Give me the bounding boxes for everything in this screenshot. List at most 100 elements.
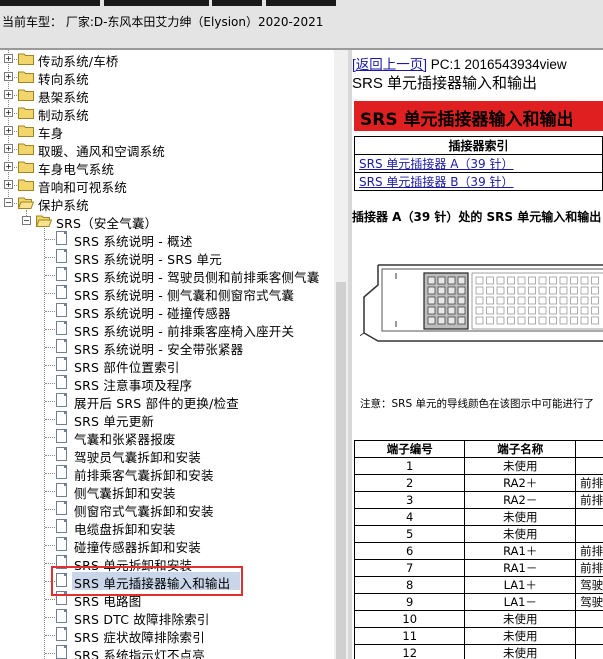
top-bar: 当前车型： 厂家:D-东风本田艾力绅（Elysion）2020-2021 (0, 0, 603, 48)
connector-pin (580, 276, 589, 285)
connector-pin (517, 286, 526, 295)
tree-item[interactable]: SRS 部件位置索引 (0, 356, 334, 375)
pin-number-header: 端子编号 (353, 440, 466, 458)
connector-pin (528, 316, 536, 325)
expand-icon[interactable]: + (4, 144, 13, 153)
pin-desc (575, 508, 603, 526)
connector-pin (538, 296, 547, 305)
pin-name: LA1＋ (464, 576, 577, 594)
expand-icon[interactable]: + (4, 180, 13, 189)
collapse-icon[interactable]: − (22, 216, 31, 225)
expand-icon[interactable]: + (4, 72, 13, 81)
tree-item[interactable]: SRS 系统说明 - 侧气囊和侧窗帘式气囊 (0, 284, 334, 303)
connector-pin (538, 286, 547, 295)
collapse-icon[interactable]: − (4, 198, 13, 207)
connector-pin (528, 296, 536, 305)
connector-a-link[interactable]: SRS 单元插接器 A（39 针） (359, 157, 514, 171)
document-icon (56, 285, 67, 299)
pin-number: 12 (353, 644, 466, 659)
tree-item[interactable]: SRS 系统说明 - SRS 单元 (0, 248, 334, 267)
connector-pin (507, 276, 515, 285)
connector-pin (486, 306, 494, 315)
tree-category[interactable]: − 保护系统 (0, 194, 334, 213)
connector-pin (447, 306, 456, 315)
tree-item[interactable]: SRS 系统说明 - 安全带张紧器 (0, 338, 334, 357)
tree-item[interactable]: SRS 系统说明 - 概述 (0, 230, 334, 249)
tree-category[interactable]: + 取暖、通风和空调系统 (0, 140, 334, 159)
connector-b-link[interactable]: SRS 单元插接器 B（39 针） (359, 175, 514, 189)
tree-item[interactable]: SRS 症状故障排除索引 (0, 626, 334, 645)
tree-item[interactable]: SRS DTC 故障排除索引 (0, 608, 334, 627)
document-icon (56, 609, 67, 623)
pin-desc: 驾驶 (575, 593, 603, 611)
title-banner: SRS 单元插接器输入和输出 (354, 101, 603, 131)
tree-item[interactable]: 前排乘客气囊拆卸和安装 (0, 464, 334, 483)
pin-number: 9 (353, 593, 466, 611)
expand-icon[interactable]: + (4, 162, 13, 171)
connector-pin (517, 276, 526, 285)
connector-pin (580, 296, 589, 305)
tree-scrollbar-thumb[interactable] (336, 282, 346, 659)
tree-category[interactable]: + 车身 (0, 122, 334, 141)
expand-icon[interactable]: + (4, 90, 13, 99)
document-icon (56, 519, 67, 533)
back-link[interactable]: [返回上一页] (352, 57, 427, 72)
expand-icon[interactable]: + (4, 126, 13, 135)
pin-row: 1 未使用 (353, 457, 603, 475)
tree-category[interactable]: + 悬架系统 (0, 86, 334, 105)
connector-pin (496, 286, 505, 295)
document-icon (56, 501, 67, 515)
connector-pin (517, 306, 526, 315)
tree-item[interactable]: 电缆盘拆卸和安装 (0, 518, 334, 537)
tree-item[interactable]: 展开后 SRS 部件的更换/检查 (0, 392, 334, 411)
pin-row: 6 RA1＋ 前排 (353, 542, 603, 560)
tree-item[interactable]: 侧窗帘式气囊拆卸和安装 (0, 500, 334, 519)
connector-pin (486, 296, 494, 305)
tree-item[interactable]: 侧气囊拆卸和安装 (0, 482, 334, 501)
connector-pin (549, 316, 557, 325)
connector-pin (475, 276, 484, 285)
tree-item[interactable]: SRS 单元更新 (0, 410, 334, 429)
pin-name: 未使用 (464, 508, 577, 526)
connector-pin (507, 286, 515, 295)
connector-pin (549, 296, 557, 305)
connector-pin (507, 306, 515, 315)
expand-icon[interactable]: + (4, 108, 13, 117)
tree-category[interactable]: + 车身电气系统 (0, 158, 334, 177)
connector-pin (457, 306, 466, 315)
current-vehicle-label: 当前车型： 厂家:D-东风本田艾力绅（Elysion）2020-2021 (2, 15, 324, 29)
document-icon (56, 321, 67, 335)
connector-pin (538, 276, 547, 285)
tree-item[interactable]: SRS 系统指示灯不点亮 (0, 644, 334, 659)
connector-pin (437, 306, 446, 315)
connector-pin (570, 276, 578, 285)
pin-desc: 前排 (575, 474, 603, 492)
tree-item[interactable]: 驾驶员气囊拆卸和安装 (0, 446, 334, 465)
pin-number: 7 (353, 559, 466, 577)
expand-icon[interactable]: + (4, 54, 13, 63)
pin-desc-header (575, 440, 603, 458)
connector-pin (507, 296, 515, 305)
tree-subfolder-srs[interactable]: − SRS（安全气囊） (0, 212, 334, 231)
document-icon (56, 411, 67, 425)
tree-item[interactable]: SRS 系统说明 - 碰撞传感器 (0, 302, 334, 321)
connector-pin (437, 276, 446, 285)
pin-desc: 前排 (575, 559, 603, 577)
connector-pin (437, 296, 446, 305)
connector-pin (570, 296, 578, 305)
tree-category[interactable]: + 传动系统/车桥 (0, 50, 334, 69)
tree-item[interactable]: 碰撞传感器拆卸和安装 (0, 536, 334, 555)
tree-item[interactable]: SRS 系统说明 - 前排乘客座椅入座开关 (0, 320, 334, 339)
tree-item[interactable]: SRS 系统说明 - 驾驶员侧和前排乘客侧气囊 (0, 266, 334, 285)
document-icon (56, 357, 67, 371)
tree-item[interactable]: 气囊和张紧器报废 (0, 428, 334, 447)
tree-category[interactable]: + 制动系统 (0, 104, 334, 123)
pin-number: 6 (353, 542, 466, 560)
tree-item[interactable]: SRS 注意事项及程序 (0, 374, 334, 393)
pin-name: RA2＋ (464, 474, 577, 492)
connector-pin (549, 306, 557, 315)
document-icon (56, 231, 67, 245)
pin-name: RA1＋ (464, 542, 577, 560)
tree-category[interactable]: + 音响和可视系统 (0, 176, 334, 195)
tree-category[interactable]: + 转向系统 (0, 68, 334, 87)
